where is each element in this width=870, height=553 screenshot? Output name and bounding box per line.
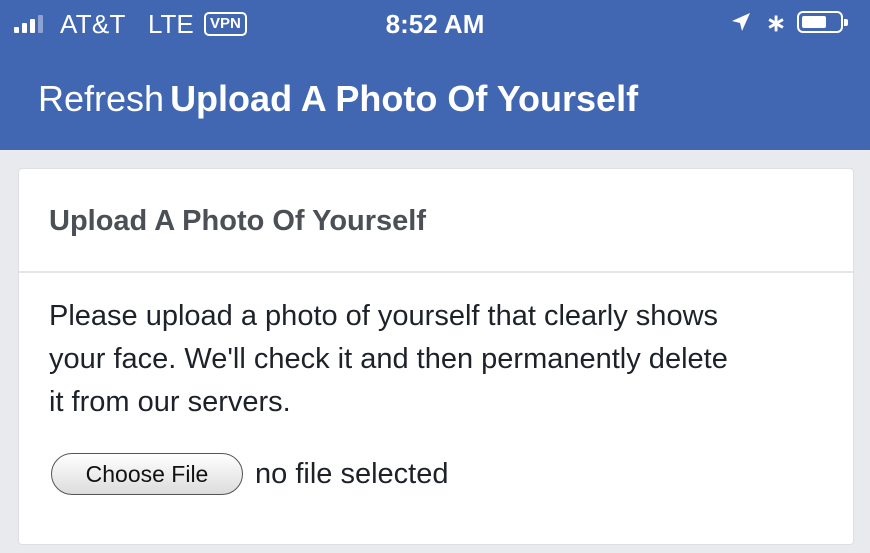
upload-card: Upload A Photo Of Yourself Please upload… [18,168,854,545]
card-description: Please upload a photo of yourself that c… [49,300,728,418]
top-bar: AT&T LTE VPN 8:52 AM ∗ Refresh Upload A P… [0,0,870,150]
nav-title-bar: Refresh Upload A Photo Of Yourself [38,78,638,120]
location-arrow-icon [732,13,750,31]
page-title: Upload A Photo Of Yourself [170,78,639,119]
file-status: no file selected [255,457,449,490]
status-bar: AT&T LTE VPN 8:52 AM ∗ [0,0,870,46]
battery-icon [797,11,848,33]
bluetooth-icon: ∗ [766,10,787,37]
choose-file-button[interactable]: Choose File [51,453,243,495]
file-input-row: Choose File no file selected [51,453,448,495]
refresh-link[interactable]: Refresh [38,78,164,119]
card-header: Upload A Photo Of Yourself [19,169,853,273]
